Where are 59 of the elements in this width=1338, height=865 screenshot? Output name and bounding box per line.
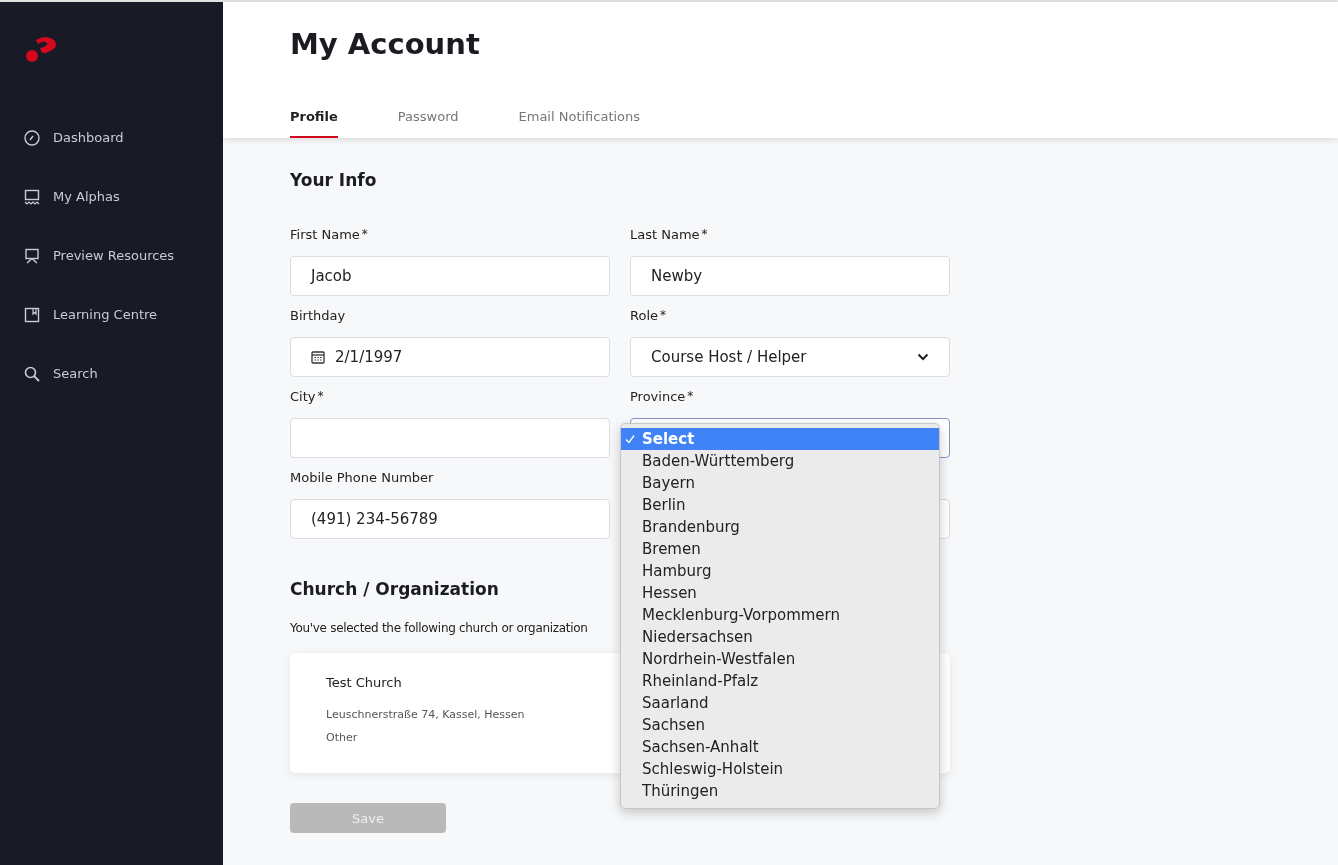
input-field[interactable]: Jacob <box>290 256 610 296</box>
dropdown-option[interactable]: Sachsen <box>621 714 939 736</box>
dropdown-option[interactable]: Nordrhein-Westfalen <box>621 648 939 670</box>
dropdown-option[interactable]: Bremen <box>621 538 939 560</box>
dropdown-option[interactable]: Saarland <box>621 692 939 714</box>
date-field[interactable]: 2/1/1997 <box>290 337 610 377</box>
dropdown-option[interactable]: Berlin <box>621 494 939 516</box>
dropdown-option[interactable]: Niedersachsen <box>621 626 939 648</box>
easel-icon <box>24 247 40 264</box>
field-label: First Name <box>290 227 360 244</box>
search-icon <box>24 365 40 382</box>
dropdown-option[interactable]: Thüringen <box>621 780 939 802</box>
dropdown-option[interactable]: Hamburg <box>621 560 939 582</box>
book-icon <box>24 306 40 323</box>
gauge-icon <box>24 129 40 146</box>
field-label: Birthday <box>290 308 346 325</box>
tab[interactable]: Email Notifications <box>518 109 641 138</box>
field-label: Last Name <box>630 227 700 244</box>
required-mark: * <box>660 308 666 324</box>
dropdown-option[interactable]: Bayern <box>621 472 939 494</box>
tab[interactable]: Profile <box>290 109 338 138</box>
checkmark-icon <box>625 434 635 444</box>
input-field[interactable]: (491) 234-56789 <box>290 499 610 539</box>
required-mark: * <box>701 227 708 243</box>
screen-icon <box>24 188 40 205</box>
dropdown-option[interactable]: Select <box>621 428 939 450</box>
field-label: Mobile Phone Number <box>290 470 434 487</box>
description-text: You've selected the following church or organization <box>290 621 588 635</box>
church-name: Test Church <box>326 675 402 690</box>
sidebar-item[interactable]: Preview Resources <box>24 226 175 285</box>
dropdown-option[interactable]: Schleswig-Holstein <box>621 758 939 780</box>
section-heading: Church / Organization <box>290 579 499 599</box>
dropdown-option[interactable]: Baden-Württemberg <box>621 450 939 472</box>
required-mark: * <box>317 389 324 405</box>
section-heading: Your Info <box>290 170 377 190</box>
sidebar-item[interactable]: Dashboard <box>24 108 124 167</box>
required-mark: * <box>687 389 694 405</box>
dropdown-option[interactable]: Sachsen-Anhalt <box>621 736 939 758</box>
field-label: City <box>290 389 316 406</box>
church-type: Other <box>326 731 358 744</box>
logo-icon <box>24 36 58 64</box>
sidebar-item[interactable]: My Alphas <box>24 167 120 226</box>
dropdown-option[interactable]: Rheinland-Pfalz <box>621 670 939 692</box>
field-label: Role <box>630 308 658 325</box>
calendar-icon <box>311 350 325 364</box>
select-field[interactable]: Course Host / Helper <box>630 337 950 377</box>
dropdown-option[interactable]: Mecklenburg-Vorpommern <box>621 604 939 626</box>
input-field[interactable]: Newby <box>630 256 950 296</box>
church-address: Leuschnerstraße 74, Kassel, Hessen <box>326 708 525 721</box>
sidebar-item[interactable]: Search <box>24 344 98 403</box>
tab[interactable]: Password <box>397 109 459 138</box>
field-label: Province <box>630 389 686 406</box>
dropdown-option[interactable]: Brandenburg <box>621 516 939 538</box>
chevron-down-icon <box>917 353 929 361</box>
input-field[interactable] <box>290 418 610 458</box>
dropdown-option[interactable]: Hessen <box>621 582 939 604</box>
page-title: My Account <box>290 27 480 61</box>
sidebar-item[interactable]: Learning Centre <box>24 285 158 344</box>
required-mark: * <box>361 227 368 243</box>
